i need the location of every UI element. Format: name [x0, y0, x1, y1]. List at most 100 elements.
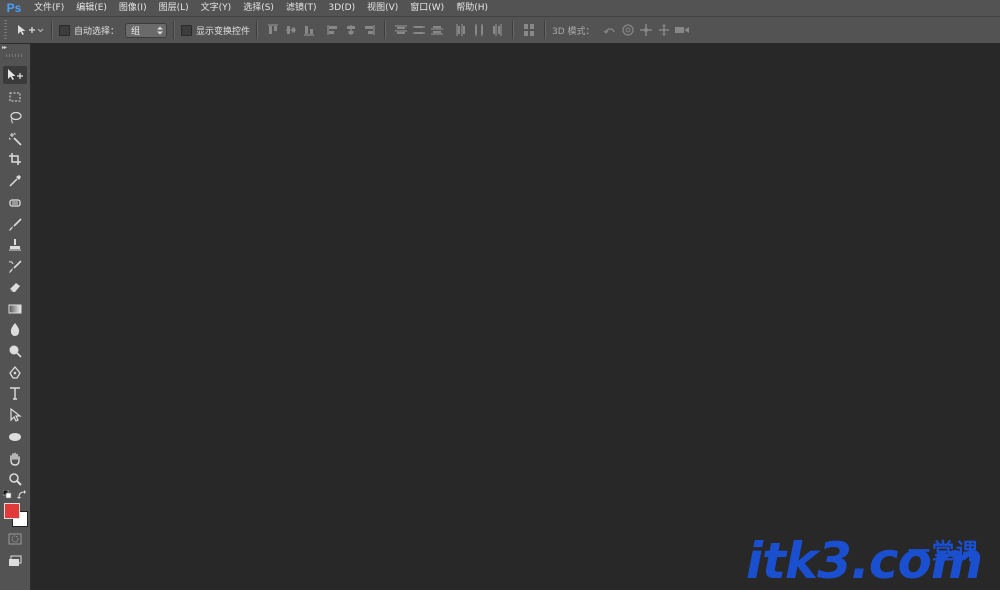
- align-top-icon: [268, 24, 279, 34]
- distribute-vcenter-button[interactable]: [410, 21, 428, 39]
- auto-select-checkbox[interactable]: [59, 24, 70, 36]
- 3d-roll-button[interactable]: [619, 21, 637, 39]
- screen-mode-button[interactable]: [3, 552, 27, 570]
- menu-edit[interactable]: 编辑(E): [70, 0, 113, 16]
- align-vcenter-button[interactable]: [282, 21, 300, 39]
- tool-hand[interactable]: [3, 450, 27, 468]
- healing-brush-tool-icon: [9, 199, 21, 207]
- marquee-tool-icon: [9, 92, 21, 102]
- watermark-logo: itk3.com: [745, 532, 983, 590]
- show-transform-checkbox[interactable]: [181, 24, 193, 36]
- menu-type[interactable]: 文字(Y): [195, 0, 238, 16]
- move-tool-icon: [8, 69, 23, 80]
- menu-help[interactable]: 帮助(H): [450, 0, 494, 16]
- menu-select[interactable]: 选择(S): [237, 0, 280, 16]
- tools-panel-grip[interactable]: [6, 54, 24, 57]
- tool-history-brush[interactable]: [3, 258, 27, 276]
- move-tool-icon: [18, 25, 44, 35]
- align-bottom-button[interactable]: [300, 21, 318, 39]
- quick-mask-icon: [8, 533, 22, 545]
- menu-file[interactable]: 文件(F): [28, 0, 70, 16]
- foreground-color-swatch[interactable]: [4, 503, 20, 519]
- align-left-icon: [327, 25, 338, 35]
- gradient-tool-icon: [8, 304, 22, 314]
- tool-type[interactable]: [3, 384, 27, 402]
- app-logo: Ps: [6, 1, 22, 15]
- distribute-vertical-center-icon: [413, 26, 426, 34]
- distribute-left-button[interactable]: [452, 21, 470, 39]
- 3d-slide-button[interactable]: [655, 21, 673, 39]
- separator: [544, 21, 547, 39]
- menu-filter[interactable]: 滤镜(T): [280, 0, 323, 16]
- eyedropper-tool-icon: [9, 175, 21, 187]
- distribute-top-icon: [395, 25, 408, 34]
- swap-colors-icon[interactable]: [17, 490, 27, 499]
- ellipse-tool-icon: [9, 433, 21, 441]
- tool-clone-stamp[interactable]: [3, 236, 27, 254]
- eraser-tool-icon: [9, 283, 20, 293]
- path-selection-tool-icon: [10, 408, 22, 422]
- menu-window[interactable]: 窗口(W): [404, 0, 450, 16]
- distribute-right-icon: [493, 24, 502, 36]
- tools-panel: ▸▸: [0, 44, 31, 590]
- hand-tool-icon: [10, 452, 20, 466]
- distribute-top-button[interactable]: [392, 21, 410, 39]
- auto-align-layers-icon: [524, 24, 535, 36]
- menu-3d[interactable]: 3D(D): [322, 0, 361, 16]
- align-top-button[interactable]: [264, 21, 282, 39]
- tool-lasso[interactable]: [3, 108, 27, 126]
- default-colors-icon[interactable]: [3, 490, 13, 499]
- dodge-tool-icon: [9, 345, 22, 358]
- align-left-button[interactable]: [324, 21, 342, 39]
- document-canvas-area[interactable]: [31, 44, 1000, 590]
- 3d-roll-icon: [621, 24, 634, 36]
- blur-tool-icon: [10, 323, 20, 336]
- menu-layer[interactable]: 图层(L): [153, 0, 195, 16]
- distribute-bottom-button[interactable]: [428, 21, 446, 39]
- tool-marquee[interactable]: [3, 88, 27, 106]
- distribute-bottom-icon: [431, 26, 444, 35]
- align-right-icon: [365, 25, 375, 35]
- distribute-right-button[interactable]: [488, 21, 506, 39]
- 3d-rotate-icon: [603, 28, 615, 34]
- quick-mask-button[interactable]: [3, 530, 27, 548]
- auto-select-dropdown[interactable]: 组: [125, 22, 168, 38]
- align-right-button[interactable]: [360, 21, 378, 39]
- tool-eyedropper[interactable]: [3, 172, 27, 190]
- tool-pen[interactable]: [3, 364, 27, 382]
- tool-move[interactable]: [3, 66, 27, 84]
- menu-image[interactable]: 图像(I): [113, 0, 153, 16]
- tool-eraser[interactable]: [3, 278, 27, 296]
- lasso-tool-icon: [10, 111, 22, 124]
- tool-ellipse[interactable]: [3, 428, 27, 446]
- mode-3d-label: 3D 模式：: [552, 26, 595, 37]
- collapse-panel-icon[interactable]: ▸▸: [0, 44, 30, 52]
- 3d-drag-button[interactable]: [637, 21, 655, 39]
- tool-crop[interactable]: [3, 150, 27, 168]
- tool-brush[interactable]: [3, 216, 27, 234]
- 3d-scale-button[interactable]: [673, 21, 691, 39]
- tool-dodge[interactable]: [3, 342, 27, 360]
- tool-blur[interactable]: [3, 320, 27, 338]
- distribute-left-icon: [456, 24, 466, 36]
- options-bar-grip[interactable]: [4, 20, 7, 40]
- auto-align-layers-button[interactable]: [520, 21, 538, 39]
- brush-tool-icon: [9, 218, 22, 231]
- align-bottom-icon: [304, 26, 315, 36]
- separator: [256, 21, 259, 39]
- crop-tool-icon: [9, 153, 21, 165]
- menu-view[interactable]: 视图(V): [361, 0, 404, 16]
- distribute-hcenter-button[interactable]: [470, 21, 488, 39]
- tool-healing-brush[interactable]: [3, 194, 27, 212]
- align-hcenter-button[interactable]: [342, 21, 360, 39]
- tool-preset-picker[interactable]: [15, 22, 45, 38]
- 3d-drag-icon: [639, 24, 652, 36]
- show-transform-label: 显示变换控件: [196, 26, 251, 37]
- 3d-rotate-button[interactable]: [601, 21, 619, 39]
- tool-magic-wand[interactable]: [3, 130, 27, 148]
- tool-path-selection[interactable]: [3, 406, 27, 424]
- separator: [51, 21, 53, 39]
- separator: [512, 21, 515, 39]
- tool-gradient[interactable]: [3, 300, 27, 318]
- tool-zoom[interactable]: [3, 470, 27, 488]
